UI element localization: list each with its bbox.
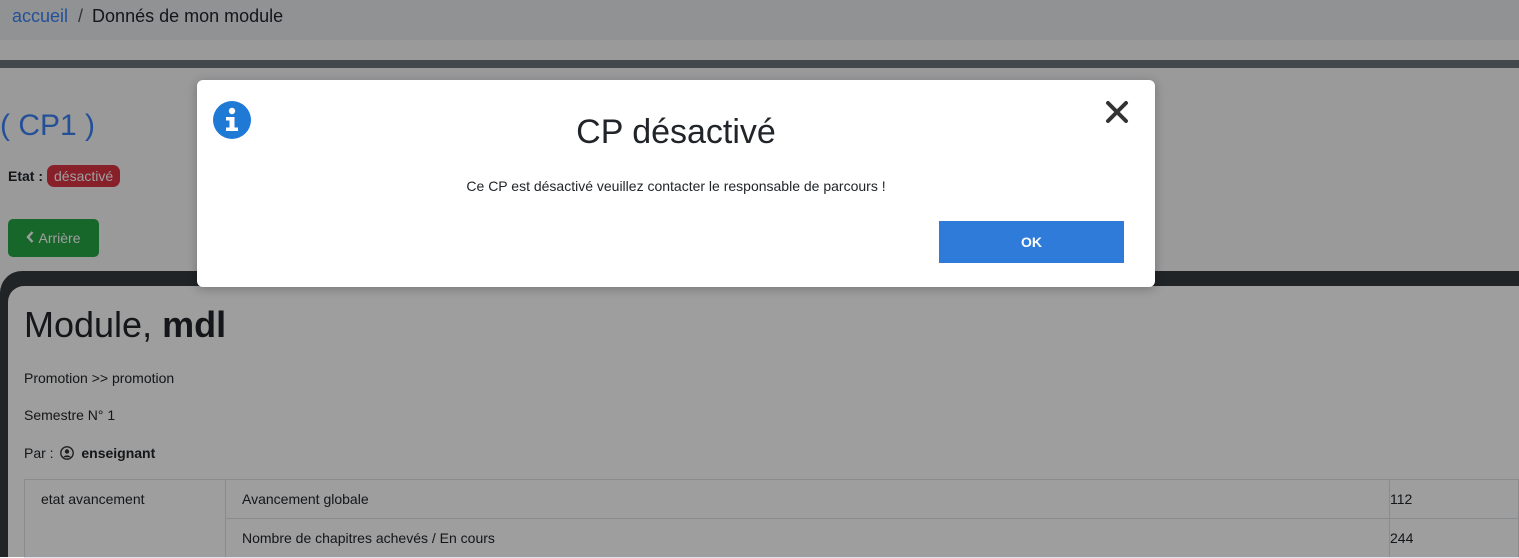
modal-title: CP désactivé bbox=[576, 113, 776, 151]
modal-message: Ce CP est désactivé veuillez contacter l… bbox=[466, 178, 886, 194]
alert-modal: CP désactivé Ce CP est désactivé veuille… bbox=[197, 80, 1155, 287]
ok-button[interactable]: OK bbox=[939, 221, 1124, 263]
